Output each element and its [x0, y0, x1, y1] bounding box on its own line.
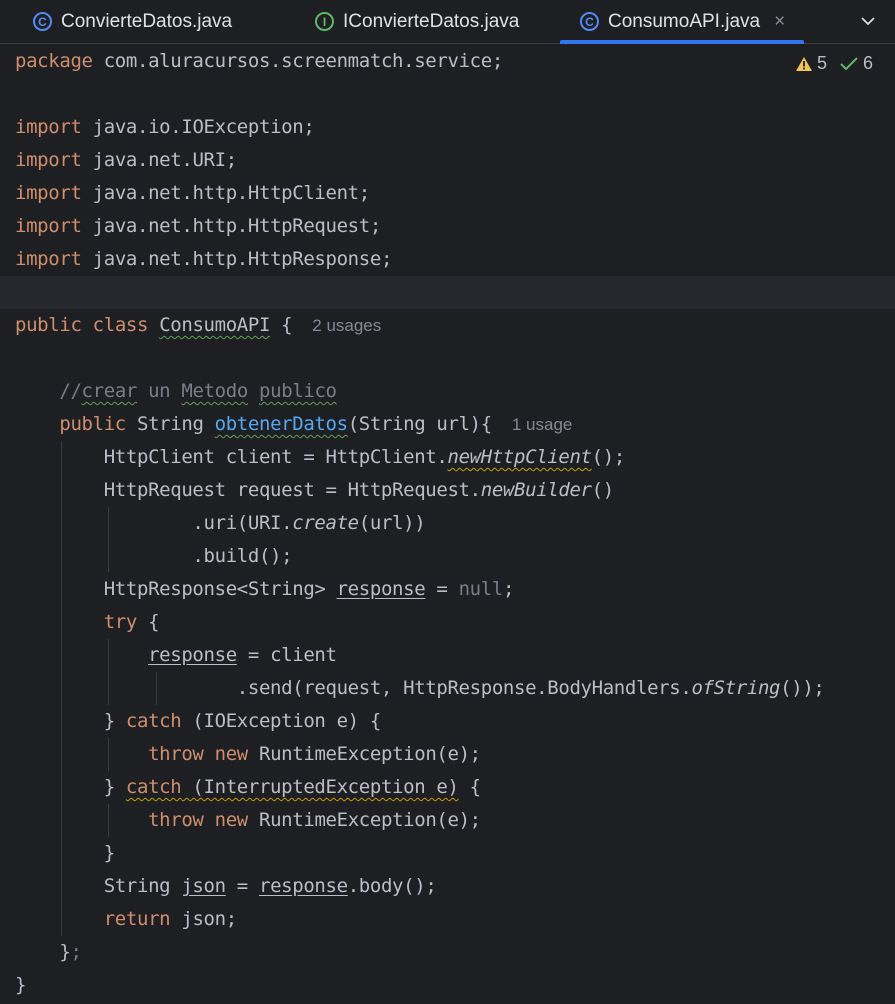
- code-line: HttpClient client = HttpClient.newHttpCl…: [15, 446, 626, 468]
- code-line: import java.net.http.HttpRequest;: [15, 215, 382, 237]
- tab-iconvierte-datos[interactable]: I IConvierteDatos.java: [315, 0, 519, 43]
- usages-hint[interactable]: 1 usage: [512, 415, 573, 434]
- code-line: }: [15, 842, 115, 864]
- editor-tab-bar: C ConvierteDatos.java I IConvierteDatos.…: [0, 0, 895, 44]
- code-line: public String obtenerDatos(String url){1…: [59, 413, 573, 435]
- chevron-down-icon[interactable]: [859, 12, 877, 30]
- close-icon[interactable]: ×: [774, 11, 785, 33]
- code-line: import java.net.URI;: [15, 149, 238, 171]
- import-path: java.io.IOException;: [92, 116, 315, 138]
- tab-label: ConsumoAPI.java: [608, 10, 761, 32]
- code-comment: //crear un Metodo publico: [59, 380, 337, 402]
- import-path: java.net.http.HttpClient;: [92, 182, 371, 204]
- code-line: throw new RuntimeException(e);: [148, 809, 481, 831]
- code-line: }: [15, 974, 27, 996]
- import-path: java.net.http.HttpResponse;: [92, 248, 393, 270]
- code-line: HttpRequest request = HttpRequest.newBui…: [15, 479, 614, 501]
- tab-consumo-api[interactable]: C ConsumoAPI.java ×: [560, 0, 805, 44]
- code-line: .uri(URI.create(url)): [15, 512, 426, 534]
- code-line: };: [15, 941, 82, 963]
- interface-icon: I: [315, 12, 334, 31]
- code-line: import java.io.IOException;: [15, 116, 315, 138]
- tab-label: IConvierteDatos.java: [343, 10, 520, 32]
- code-line: } catch (InterruptedException e) {: [15, 776, 481, 798]
- code-editor[interactable]: 5 6 package com.aluracursos.screenmatch.…: [0, 45, 895, 1004]
- tab-label: ConvierteDatos.java: [61, 10, 233, 32]
- code-line: try {: [103, 611, 160, 633]
- current-line: [0, 276, 895, 309]
- code-line: return json;: [103, 908, 237, 930]
- code-line: .send(request, HttpResponse.BodyHandlers…: [15, 677, 825, 699]
- code-line: } catch (IOException e) {: [15, 710, 382, 732]
- tab-convierte-datos[interactable]: C ConvierteDatos.java: [33, 0, 232, 43]
- class-icon: C: [33, 12, 52, 31]
- code-line: throw new RuntimeException(e);: [148, 743, 481, 765]
- code-line: .build();: [15, 545, 293, 567]
- code-line: HttpResponse<String> response = null;: [15, 578, 515, 600]
- code-line: public class ConsumoAPI {2 usages: [15, 314, 382, 336]
- code-line: import java.net.http.HttpClient;: [15, 182, 371, 204]
- code-line: response = client: [148, 644, 337, 666]
- code-line: String json = response.body();: [15, 875, 437, 897]
- import-path: java.net.http.HttpRequest;: [92, 215, 382, 237]
- code-line: import java.net.http.HttpResponse;: [15, 248, 393, 270]
- package-name: com.aluracursos.screenmatch.service;: [103, 50, 504, 72]
- import-path: java.net.URI;: [92, 149, 238, 171]
- class-icon: C: [580, 12, 599, 31]
- code-line: package com.aluracursos.screenmatch.serv…: [15, 50, 504, 72]
- usages-hint[interactable]: 2 usages: [312, 316, 381, 335]
